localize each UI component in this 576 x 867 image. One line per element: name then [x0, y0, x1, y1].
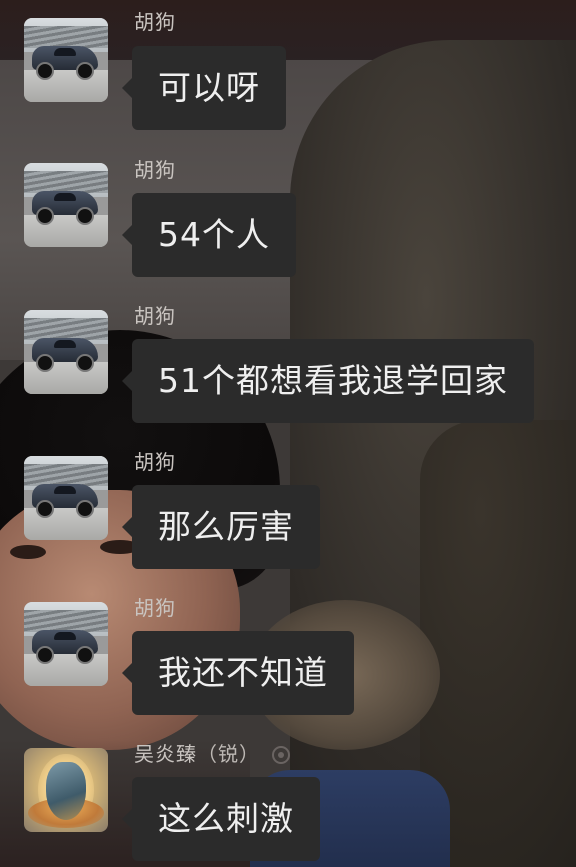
sender-name-text: 吴炎臻	[134, 742, 197, 766]
sender-name-text: 胡狗	[134, 304, 176, 328]
sender-name-text: 胡狗	[134, 158, 176, 182]
sender-name-text: 胡狗	[134, 450, 176, 474]
sender-name[interactable]: 吴炎臻（锐）	[134, 742, 290, 766]
sender-name-suffix: （锐）	[197, 742, 260, 766]
race-car-avatar[interactable]	[24, 163, 108, 247]
sender-name[interactable]: 胡狗	[134, 158, 176, 182]
sender-name[interactable]: 胡狗	[134, 596, 176, 620]
message-bubble[interactable]: 可以呀	[122, 46, 286, 130]
message-bubble[interactable]: 那么厉害	[122, 485, 320, 569]
sender-name[interactable]: 胡狗	[134, 304, 176, 328]
message-bubble[interactable]: 51个都想看我退学回家	[122, 339, 534, 423]
sender-name[interactable]: 胡狗	[134, 450, 176, 474]
message-bubble[interactable]: 这么刺激	[122, 777, 320, 861]
sender-name[interactable]: 胡狗	[134, 10, 176, 34]
dragon-avatar[interactable]	[24, 748, 108, 832]
message-bubble[interactable]: 我还不知道	[122, 631, 354, 715]
race-car-avatar[interactable]	[24, 310, 108, 394]
speaker-icon	[272, 746, 290, 764]
race-car-avatar[interactable]	[24, 602, 108, 686]
chat-message-list: 胡狗 可以呀 胡狗 54个人 胡狗 51个都想看我退学回家 胡狗 那么厉害 胡狗…	[0, 0, 576, 867]
sender-name-text: 胡狗	[134, 10, 176, 34]
race-car-avatar[interactable]	[24, 456, 108, 540]
race-car-avatar[interactable]	[24, 18, 108, 102]
sender-name-text: 胡狗	[134, 596, 176, 620]
message-bubble[interactable]: 54个人	[122, 193, 296, 277]
